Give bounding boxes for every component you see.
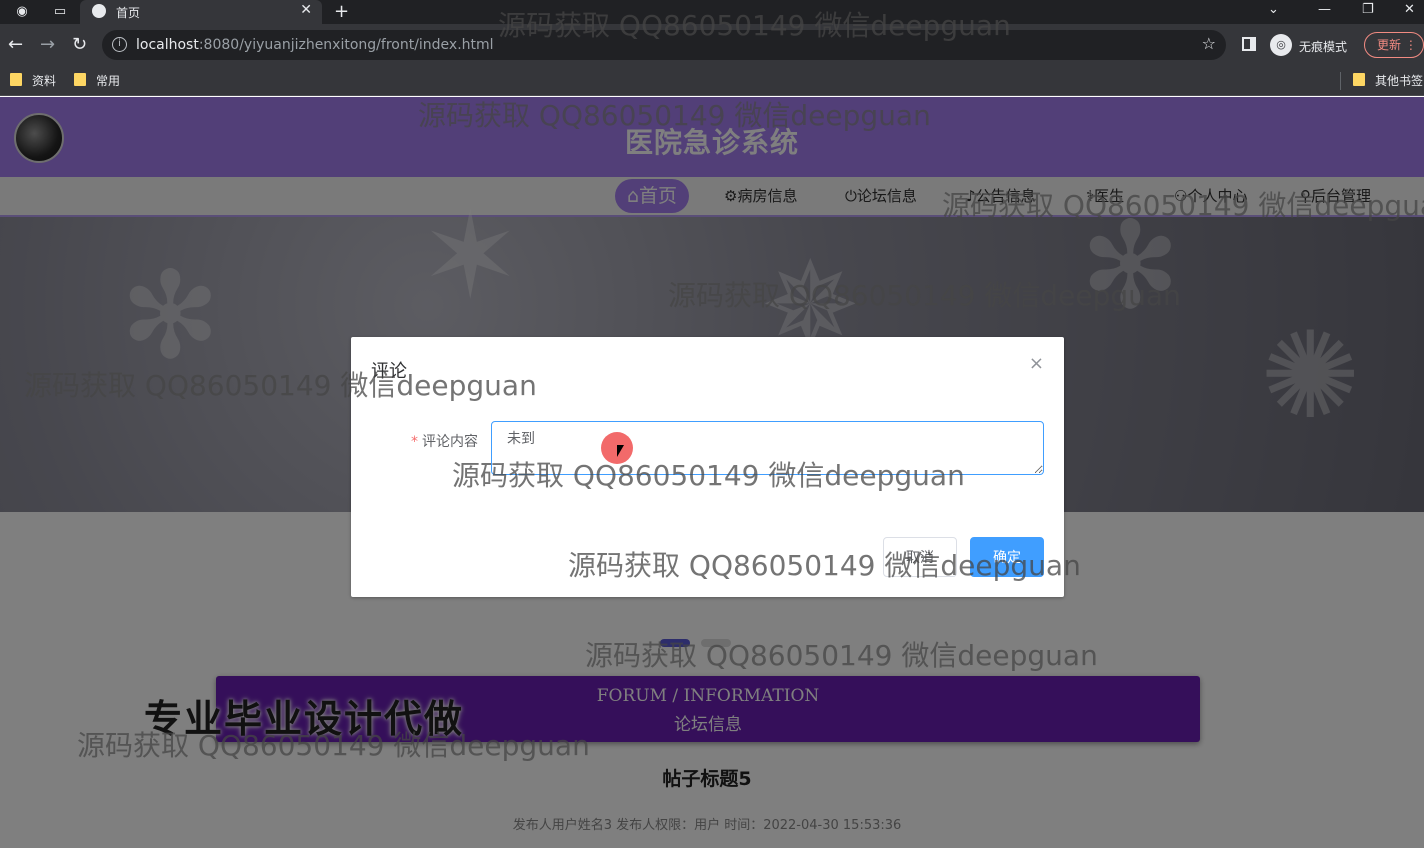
bookmark-folder[interactable]: 常用 xyxy=(74,72,120,89)
bookmarks-bar: 资料 常用 其他书签 xyxy=(0,66,1424,96)
new-tab-icon[interactable]: + xyxy=(334,1,349,22)
update-button[interactable]: 更新 ⋮ xyxy=(1364,32,1424,58)
comment-field-label: * 评论内容 xyxy=(411,434,478,450)
bookmarks-divider xyxy=(1340,72,1341,90)
browser-tab-bar: ◉ ▭ 首页 ✕ + ⌄ — ❐ ✕ xyxy=(0,0,1424,24)
close-window-icon[interactable]: ✕ xyxy=(1404,2,1415,17)
bookmark-folder[interactable]: 资料 xyxy=(10,72,56,89)
close-tab-icon[interactable]: ✕ xyxy=(300,2,312,18)
browser-toolbar: ← → ↻ i localhost:8080/yiyuanjizhenxiton… xyxy=(0,24,1424,66)
side-panel-icon[interactable] xyxy=(1242,37,1256,51)
browser-tab[interactable]: 首页 ✕ xyxy=(80,0,322,24)
comment-dialog: 评论 × * 评论内容 未到 取消 确定 xyxy=(351,337,1064,597)
web-page: 医院急诊系统 ⌂首页 ⚙病房信息 ⏻论坛信息 ♪公告信息 ⚕医生 ⚇个人中心 ⚲… xyxy=(0,97,1424,848)
folder-icon xyxy=(10,73,22,86)
tab-strip-icon[interactable]: ▭ xyxy=(50,3,70,21)
bookmark-star-icon[interactable]: ☆ xyxy=(1202,34,1216,53)
address-bar[interactable]: i localhost:8080/yiyuanjizhenxitong/fron… xyxy=(102,30,1226,60)
reload-icon[interactable]: ↻ xyxy=(72,34,87,55)
confirm-button[interactable]: 确定 xyxy=(970,537,1044,577)
close-icon[interactable]: × xyxy=(1029,353,1044,374)
folder-icon xyxy=(74,73,86,86)
globe-icon xyxy=(92,4,106,18)
mouse-cursor-icon xyxy=(617,445,624,457)
folder-icon xyxy=(1353,73,1365,86)
tab-title: 首页 xyxy=(116,6,141,20)
incognito-label[interactable]: 无痕模式 xyxy=(1299,38,1347,55)
info-icon[interactable]: i xyxy=(112,37,127,52)
forward-icon[interactable]: → xyxy=(40,34,55,55)
minimize-icon[interactable]: — xyxy=(1318,2,1331,17)
comment-textarea[interactable]: 未到 xyxy=(491,421,1044,475)
back-icon[interactable]: ← xyxy=(8,34,23,55)
chevron-down-icon[interactable]: ⌄ xyxy=(1268,2,1279,17)
dialog-title: 评论 xyxy=(371,361,407,382)
restore-icon[interactable]: ❐ xyxy=(1362,2,1374,17)
globe-icon[interactable]: ◉ xyxy=(12,3,32,21)
incognito-icon[interactable]: ◎ xyxy=(1270,34,1292,56)
other-bookmarks[interactable]: 其他书签 xyxy=(1353,72,1423,89)
cancel-button[interactable]: 取消 xyxy=(883,537,957,577)
url-text[interactable]: localhost:8080/yiyuanjizhenxitong/front/… xyxy=(136,37,494,53)
